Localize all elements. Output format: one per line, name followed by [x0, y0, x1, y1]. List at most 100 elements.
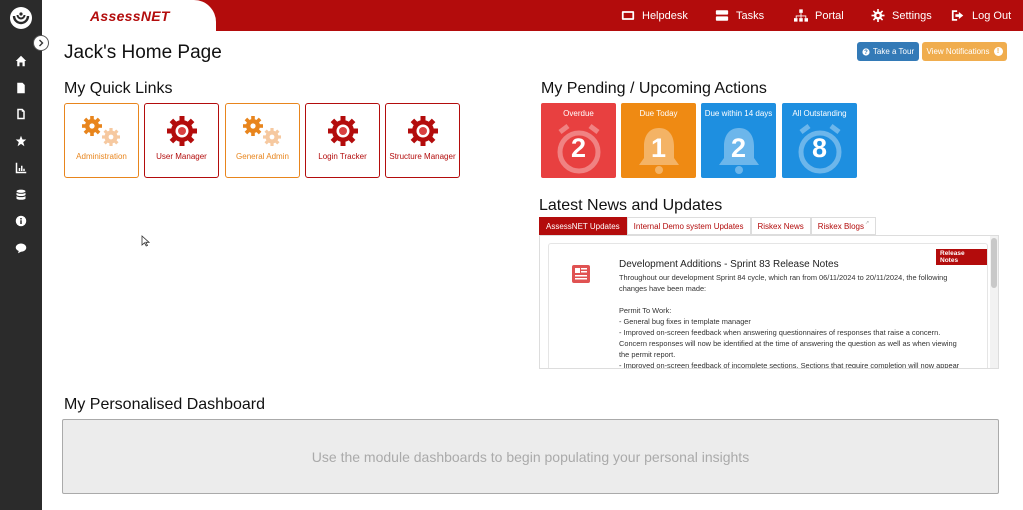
pending-count: 2 [730, 133, 747, 163]
sidebar [0, 0, 42, 510]
release-notes-badge: Release Notes [936, 249, 987, 265]
news-scrollbar[interactable] [990, 236, 998, 368]
pending-due-today-tile[interactable]: Due Today 1 [621, 103, 696, 178]
nav-helpdesk[interactable]: Helpdesk [621, 0, 688, 31]
nav-helpdesk-label: Helpdesk [642, 9, 688, 22]
scrollbar-thumb[interactable] [991, 238, 997, 288]
news-panel: Release Notes Development Additions - Sp… [539, 235, 999, 369]
quick-link-user-manager[interactable]: User Manager [144, 103, 219, 178]
pending-count: 8 [811, 133, 828, 163]
nav-portal[interactable]: Portal [794, 0, 844, 31]
nav-tasks-label: Tasks [736, 9, 765, 22]
sidebar-item-document[interactable] [0, 77, 42, 99]
nav-logout-label: Log Out [972, 9, 1012, 22]
article-title[interactable]: Development Additions - Sprint 83 Releas… [619, 259, 839, 270]
sidebar-item-file[interactable] [0, 103, 42, 125]
dashboard-title: My Personalised Dashboard [64, 396, 265, 413]
quick-link-administration[interactable]: Administration [64, 103, 139, 178]
quick-links-title: My Quick Links [64, 80, 173, 97]
take-tour-label: Take a Tour [872, 47, 915, 56]
sidebar-item-database[interactable] [0, 184, 42, 206]
brand-area: AssessNET [42, 0, 216, 31]
sidebar-item-chart[interactable] [0, 157, 42, 179]
tab-internal-demo-updates[interactable]: Internal Demo system Updates [626, 217, 751, 235]
page-title: Jack's Home Page [64, 42, 222, 63]
mouse-cursor-icon [141, 235, 150, 247]
brand-part2: NET [140, 8, 170, 24]
quick-link-structure-manager[interactable]: Structure Manager [385, 103, 460, 178]
sidebar-item-info[interactable] [0, 210, 42, 232]
question-icon: ? [862, 47, 870, 56]
gears-icon [82, 116, 120, 146]
pending-count: 1 [650, 133, 667, 163]
info-icon [15, 215, 27, 227]
news-title: Latest News and Updates [539, 197, 723, 214]
sidebar-item-star[interactable] [0, 130, 42, 152]
helpdesk-icon [621, 11, 635, 20]
gear-icon [871, 9, 885, 22]
nav-settings[interactable]: Settings [871, 0, 932, 31]
tasks-icon [715, 10, 729, 21]
article-intro: Throughout our development Sprint 84 cyc… [619, 273, 948, 293]
pending-actions-title: My Pending / Upcoming Actions [541, 80, 767, 97]
home-icon [15, 55, 27, 67]
tab-assessnet-updates[interactable]: AssessNET Updates [539, 217, 627, 235]
chevron-right-icon [39, 39, 44, 47]
dashboard-placeholder: Use the module dashboards to begin popul… [62, 419, 999, 494]
notification-count-badge: ! [993, 47, 1003, 56]
pending-all-outstanding-tile[interactable]: All Outstanding 8 [782, 103, 857, 178]
external-link-icon: ↗ [864, 220, 870, 226]
article-line: - Improved on-screen feedback of incompl… [619, 361, 960, 369]
tab-riskex-news[interactable]: Riskex News [750, 217, 811, 235]
quick-link-label: Structure Manager [389, 152, 456, 161]
file-icon [17, 108, 25, 120]
star-icon [15, 135, 27, 147]
chat-icon [15, 243, 27, 254]
logout-icon [951, 10, 964, 21]
article-body: Throughout our development Sprint 84 cyc… [619, 272, 969, 369]
take-tour-button[interactable]: ? Take a Tour [857, 42, 919, 61]
database-icon [16, 189, 26, 200]
tab-riskex-blogs-label: Riskex Blogs [817, 221, 864, 231]
gear-target-icon [328, 116, 358, 146]
quick-link-login-tracker[interactable]: Login Tracker [305, 103, 380, 178]
nav-portal-label: Portal [815, 9, 844, 22]
pending-label: Due within 14 days [704, 109, 773, 118]
sidebar-toggle-button[interactable] [33, 35, 49, 51]
sidebar-item-chat[interactable] [0, 237, 42, 259]
brand-logo[interactable]: AssessNET [90, 8, 170, 24]
news-article: Release Notes Development Additions - Sp… [548, 243, 988, 369]
gear-target-icon [167, 116, 197, 146]
tab-riskex-blogs[interactable]: Riskex Blogs ↗ [810, 217, 877, 235]
nav-settings-label: Settings [892, 9, 932, 22]
pending-count: 2 [570, 133, 587, 163]
article-line: - General bug fixes in template manager [619, 317, 751, 326]
pending-label: Due Today [639, 109, 678, 118]
top-bar: AssessNET Helpdesk Tasks Portal Settings… [42, 0, 1023, 31]
quick-link-label: Administration [76, 152, 127, 161]
logo-icon[interactable] [9, 6, 33, 30]
nav-tasks[interactable]: Tasks [715, 0, 764, 31]
article-line: - Improved on-screen feedback when answe… [619, 328, 957, 359]
chart-icon [15, 162, 27, 174]
pending-label: Overdue [563, 109, 594, 118]
quick-link-general-admin[interactable]: General Admin [225, 103, 300, 178]
pending-overdue-tile[interactable]: Overdue 2 [541, 103, 616, 178]
quick-link-label: User Manager [156, 152, 207, 161]
view-notifications-label: View Notifications [926, 47, 990, 56]
news-tabs: AssessNET Updates Internal Demo system U… [539, 217, 877, 235]
document-icon [17, 82, 25, 94]
quick-link-label: General Admin [236, 152, 289, 161]
svg-text:?: ? [864, 50, 868, 56]
pending-due-14-days-tile[interactable]: Due within 14 days 2 [701, 103, 776, 178]
nav-logout[interactable]: Log Out [951, 0, 1011, 31]
gear-target-icon [408, 116, 438, 146]
newspaper-icon [572, 265, 590, 283]
quick-link-label: Login Tracker [318, 152, 367, 161]
article-section: Permit To Work: [619, 306, 672, 315]
view-notifications-button[interactable]: View Notifications ! [922, 42, 1007, 61]
portal-icon [794, 9, 808, 22]
gears-icon [243, 116, 281, 146]
sidebar-item-home[interactable] [0, 50, 42, 72]
pending-label: All Outstanding [792, 109, 847, 118]
